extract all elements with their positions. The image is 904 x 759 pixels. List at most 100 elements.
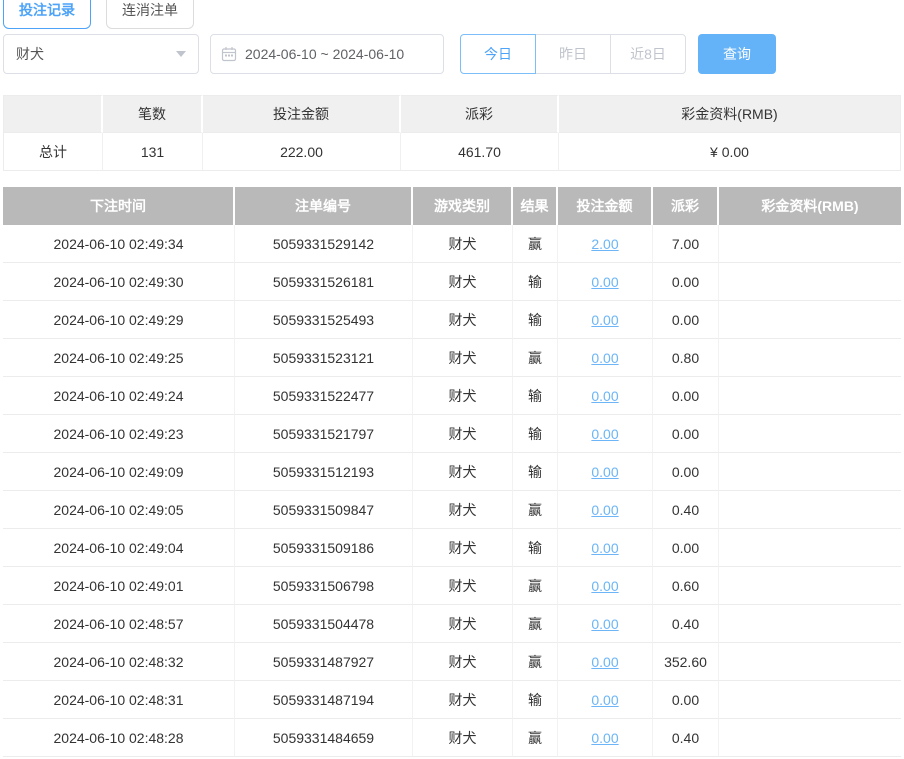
cell-payout: 0.00 xyxy=(653,301,719,339)
cell-bet-amount: 0.00 xyxy=(558,301,653,339)
cell-bet-time: 2024-06-10 02:48:32 xyxy=(3,643,235,681)
cell-game-type: 财犬 xyxy=(413,529,513,567)
bet-amount-link[interactable]: 0.00 xyxy=(591,616,618,632)
table-row: 2024-06-10 02:49:05 5059331509847 财犬 赢 0… xyxy=(3,491,901,529)
cell-game-type: 财犬 xyxy=(413,415,513,453)
cell-payout: 0.00 xyxy=(653,377,719,415)
cell-bonus xyxy=(719,529,901,567)
tab-bet-records[interactable]: 投注记录 xyxy=(3,0,91,29)
cell-result: 输 xyxy=(513,681,558,719)
cell-bet-time: 2024-06-10 02:49:05 xyxy=(3,491,235,529)
cell-order-no: 5059331526181 xyxy=(235,263,413,301)
cell-order-no: 5059331529142 xyxy=(235,225,413,263)
bet-amount-link[interactable]: 0.00 xyxy=(591,578,618,594)
cell-bonus xyxy=(719,377,901,415)
tab-linked-cancel-orders[interactable]: 连消注单 xyxy=(106,0,194,29)
bet-records-page: 投注记录 连消注单 财犬 2024-06-10 ~ 2024-06-10 xyxy=(0,0,904,759)
filter-bar: 财犬 2024-06-10 ~ 2024-06-10 今日 昨日 近8日 xyxy=(3,34,904,74)
cell-payout: 0.60 xyxy=(653,567,719,605)
summary-total-payout: 461.70 xyxy=(401,133,559,171)
col-payout: 派彩 xyxy=(653,187,719,225)
cell-game-type: 财犬 xyxy=(413,453,513,491)
search-button[interactable]: 查询 xyxy=(698,34,776,74)
bet-amount-link[interactable]: 0.00 xyxy=(591,692,618,708)
cell-bonus xyxy=(719,339,901,377)
cell-result: 输 xyxy=(513,377,558,415)
date-range-input[interactable]: 2024-06-10 ~ 2024-06-10 xyxy=(210,34,444,74)
cell-bonus xyxy=(719,567,901,605)
bet-amount-link[interactable]: 0.00 xyxy=(591,730,618,746)
cell-game-type: 财犬 xyxy=(413,263,513,301)
cell-game-type: 财犬 xyxy=(413,643,513,681)
table-row: 2024-06-10 02:49:09 5059331512193 财犬 输 0… xyxy=(3,453,901,491)
bet-table-body: 2024-06-10 02:49:34 5059331529142 财犬 赢 2… xyxy=(3,225,901,757)
cell-bet-amount: 0.00 xyxy=(558,719,653,757)
cell-bet-amount: 0.00 xyxy=(558,339,653,377)
cell-bet-time: 2024-06-10 02:48:31 xyxy=(3,681,235,719)
cell-result: 输 xyxy=(513,263,558,301)
cell-bonus xyxy=(719,453,901,491)
cell-bet-amount: 0.00 xyxy=(558,263,653,301)
bet-amount-link[interactable]: 0.00 xyxy=(591,464,618,480)
bet-amount-link[interactable]: 0.00 xyxy=(591,540,618,556)
cell-result: 赢 xyxy=(513,719,558,757)
cell-order-no: 5059331522477 xyxy=(235,377,413,415)
bet-amount-link[interactable]: 0.00 xyxy=(591,312,618,328)
cell-result: 赢 xyxy=(513,643,558,681)
col-bet-time: 下注时间 xyxy=(3,187,235,225)
col-result: 结果 xyxy=(513,187,558,225)
cell-order-no: 5059331504478 xyxy=(235,605,413,643)
bet-amount-link[interactable]: 2.00 xyxy=(591,236,618,252)
summary-header-bet-amount: 投注金额 xyxy=(203,95,401,133)
last-8-days-button[interactable]: 近8日 xyxy=(610,34,686,74)
cell-bonus xyxy=(719,301,901,339)
cell-bet-time: 2024-06-10 02:49:04 xyxy=(3,529,235,567)
cell-result: 输 xyxy=(513,453,558,491)
cell-order-no: 5059331523121 xyxy=(235,339,413,377)
cell-game-type: 财犬 xyxy=(413,719,513,757)
summary-total-bonus: ¥ 0.00 xyxy=(559,133,901,171)
cell-bet-amount: 0.00 xyxy=(558,605,653,643)
table-row: 2024-06-10 02:49:23 5059331521797 财犬 输 0… xyxy=(3,415,901,453)
table-row: 2024-06-10 02:48:28 5059331484659 财犬 赢 0… xyxy=(3,719,901,757)
cell-payout: 0.00 xyxy=(653,681,719,719)
cell-bet-time: 2024-06-10 02:49:24 xyxy=(3,377,235,415)
bet-amount-link[interactable]: 0.00 xyxy=(591,274,618,290)
cell-bet-time: 2024-06-10 02:49:23 xyxy=(3,415,235,453)
cell-payout: 0.00 xyxy=(653,529,719,567)
cell-result: 赢 xyxy=(513,491,558,529)
bet-amount-link[interactable]: 0.00 xyxy=(591,654,618,670)
col-bonus: 彩金资料(RMB) xyxy=(719,187,901,225)
cell-bet-amount: 0.00 xyxy=(558,453,653,491)
summary-table: 笔数 投注金额 派彩 彩金资料(RMB) 总计 131 222.00 461.7… xyxy=(3,95,901,171)
bet-amount-link[interactable]: 0.00 xyxy=(591,502,618,518)
cell-bonus xyxy=(719,643,901,681)
tabs: 投注记录 连消注单 xyxy=(0,0,904,29)
quick-date-buttons: 今日 昨日 近8日 xyxy=(460,34,686,74)
today-button[interactable]: 今日 xyxy=(460,34,536,74)
cell-game-type: 财犬 xyxy=(413,567,513,605)
cell-bonus xyxy=(719,415,901,453)
cell-game-type: 财犬 xyxy=(413,377,513,415)
bet-amount-link[interactable]: 0.00 xyxy=(591,426,618,442)
summary-total-bet-amount: 222.00 xyxy=(203,133,401,171)
table-row: 2024-06-10 02:49:01 5059331506798 财犬 赢 0… xyxy=(3,567,901,605)
table-row: 2024-06-10 02:48:57 5059331504478 财犬 赢 0… xyxy=(3,605,901,643)
summary-header-payout: 派彩 xyxy=(401,95,559,133)
col-game-type: 游戏类别 xyxy=(413,187,513,225)
calendar-icon xyxy=(221,46,237,62)
table-row: 2024-06-10 02:49:25 5059331523121 财犬 赢 0… xyxy=(3,339,901,377)
bet-amount-link[interactable]: 0.00 xyxy=(591,388,618,404)
cell-bet-time: 2024-06-10 02:49:09 xyxy=(3,453,235,491)
cell-bonus xyxy=(719,681,901,719)
cell-bet-amount: 0.00 xyxy=(558,377,653,415)
bet-amount-link[interactable]: 0.00 xyxy=(591,350,618,366)
cell-result: 赢 xyxy=(513,339,558,377)
cell-order-no: 5059331487927 xyxy=(235,643,413,681)
cell-order-no: 5059331506798 xyxy=(235,567,413,605)
game-select[interactable]: 财犬 xyxy=(3,34,199,74)
table-row: 2024-06-10 02:49:29 5059331525493 财犬 输 0… xyxy=(3,301,901,339)
table-row: 2024-06-10 02:48:32 5059331487927 财犬 赢 0… xyxy=(3,643,901,681)
cell-bet-time: 2024-06-10 02:49:30 xyxy=(3,263,235,301)
yesterday-button[interactable]: 昨日 xyxy=(535,34,611,74)
